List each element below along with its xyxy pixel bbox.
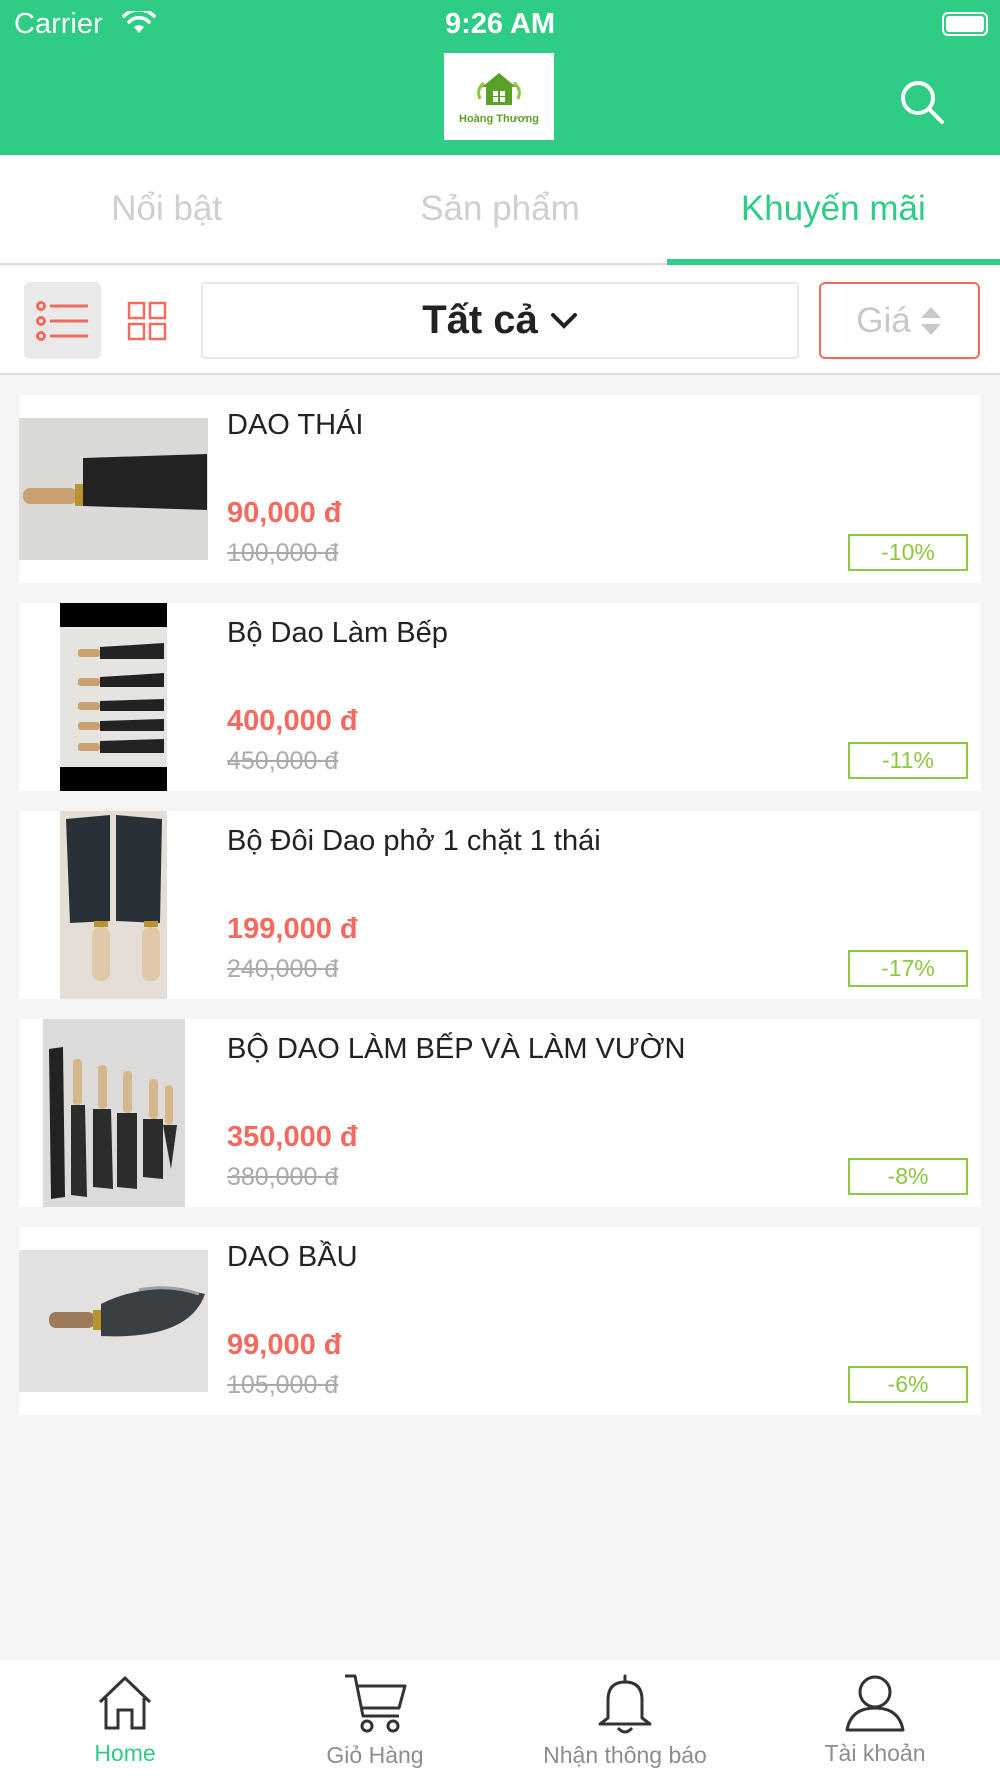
- nav-cart[interactable]: Giỏ Hàng: [250, 1660, 500, 1778]
- discount-badge: -8%: [848, 1158, 968, 1195]
- product-item[interactable]: DAO BẦU 99,000 đ 105,000 đ -6%: [19, 1227, 981, 1415]
- price-sort-button[interactable]: Giá: [819, 282, 980, 359]
- product-old-price: 105,000 đ: [227, 1371, 339, 1399]
- search-button[interactable]: [898, 78, 946, 126]
- list-view-button[interactable]: [24, 282, 101, 359]
- tab-promotions[interactable]: Khuyến mãi: [666, 155, 1000, 265]
- nav-account[interactable]: Tài khoản: [750, 1660, 1000, 1778]
- sort-label: Giá: [856, 300, 911, 340]
- product-price: 199,000 đ: [227, 913, 358, 945]
- logo-house-icon: [477, 72, 521, 105]
- bell-icon: [598, 1674, 652, 1734]
- product-name: DAO THÁI: [227, 409, 364, 441]
- status-time: 9:26 AM: [444, 8, 556, 40]
- discount-badge: -10%: [848, 534, 968, 571]
- product-old-price: 240,000 đ: [227, 955, 339, 983]
- list-toolbar: Tất cả Giá: [0, 267, 1000, 375]
- nav-home[interactable]: Home: [0, 1660, 250, 1778]
- product-old-price: 450,000 đ: [227, 747, 339, 775]
- product-name: DAO BẦU: [227, 1241, 358, 1273]
- search-icon: [901, 81, 944, 124]
- category-tabs: Nổi bật Sản phẩm Khuyến mãi: [0, 155, 1000, 265]
- list-view-icon: [35, 300, 88, 341]
- product-name: BỘ DAO LÀM BẾP VÀ LÀM VƯỜN: [227, 1033, 686, 1065]
- product-image: [19, 395, 208, 583]
- home-icon: [98, 1676, 152, 1730]
- nav-label: Home: [94, 1740, 156, 1766]
- discount-badge: -11%: [848, 742, 968, 779]
- logo-text: Hoàng Thương: [459, 112, 539, 125]
- filter-label: Tất cả: [422, 298, 538, 342]
- cart-icon: [345, 1674, 407, 1733]
- product-name: Bộ Dao Làm Bếp: [227, 617, 448, 649]
- nav-label: Tài khoản: [824, 1740, 926, 1766]
- product-item[interactable]: BỘ DAO LÀM BẾP VÀ LÀM VƯỜN 350,000 đ 380…: [19, 1019, 981, 1207]
- product-image: [19, 603, 208, 791]
- product-item[interactable]: Bộ Dao Làm Bếp 400,000 đ 450,000 đ -11%: [19, 603, 981, 791]
- category-filter-dropdown[interactable]: Tất cả: [201, 282, 799, 359]
- battery-icon: [942, 12, 988, 36]
- brand-logo[interactable]: Hoàng Thương: [444, 53, 554, 140]
- user-icon: [845, 1675, 905, 1732]
- bottom-navigation: Home Giỏ Hàng Nhận thông báo Tài khoản: [0, 1660, 1000, 1778]
- product-name: Bộ Đôi Dao phở 1 chặt 1 thái: [227, 825, 601, 857]
- product-list: DAO THÁI 90,000 đ 100,000 đ -10% Bộ Dao …: [19, 395, 981, 1435]
- product-price: 400,000 đ: [227, 705, 358, 737]
- grid-view-button[interactable]: [108, 282, 185, 359]
- product-item[interactable]: DAO THÁI 90,000 đ 100,000 đ -10%: [19, 395, 981, 583]
- product-image: [19, 811, 208, 999]
- product-image: [19, 1227, 208, 1415]
- nav-label: Nhận thông báo: [543, 1742, 707, 1768]
- grid-view-icon: [127, 301, 166, 340]
- product-price: 99,000 đ: [227, 1329, 342, 1361]
- tab-featured[interactable]: Nổi bật: [0, 155, 333, 263]
- sort-icon: [920, 306, 941, 335]
- product-old-price: 380,000 đ: [227, 1163, 339, 1191]
- discount-badge: -6%: [848, 1366, 968, 1403]
- product-item[interactable]: Bộ Đôi Dao phở 1 chặt 1 thái 199,000 đ 2…: [19, 811, 981, 999]
- tab-products[interactable]: Sản phẩm: [333, 155, 666, 263]
- product-price: 90,000 đ: [227, 497, 342, 529]
- product-image: [19, 1019, 208, 1207]
- app-header: Carrier 9:26 AM Hoàng Thương: [0, 0, 1000, 155]
- discount-badge: -17%: [848, 950, 968, 987]
- nav-label: Giỏ Hàng: [326, 1742, 424, 1768]
- chevron-down-icon: [550, 312, 577, 329]
- product-old-price: 100,000 đ: [227, 539, 339, 567]
- product-price: 350,000 đ: [227, 1121, 358, 1153]
- status-bar: Carrier 9:26 AM: [0, 0, 1000, 50]
- nav-notifications[interactable]: Nhận thông báo: [500, 1660, 750, 1778]
